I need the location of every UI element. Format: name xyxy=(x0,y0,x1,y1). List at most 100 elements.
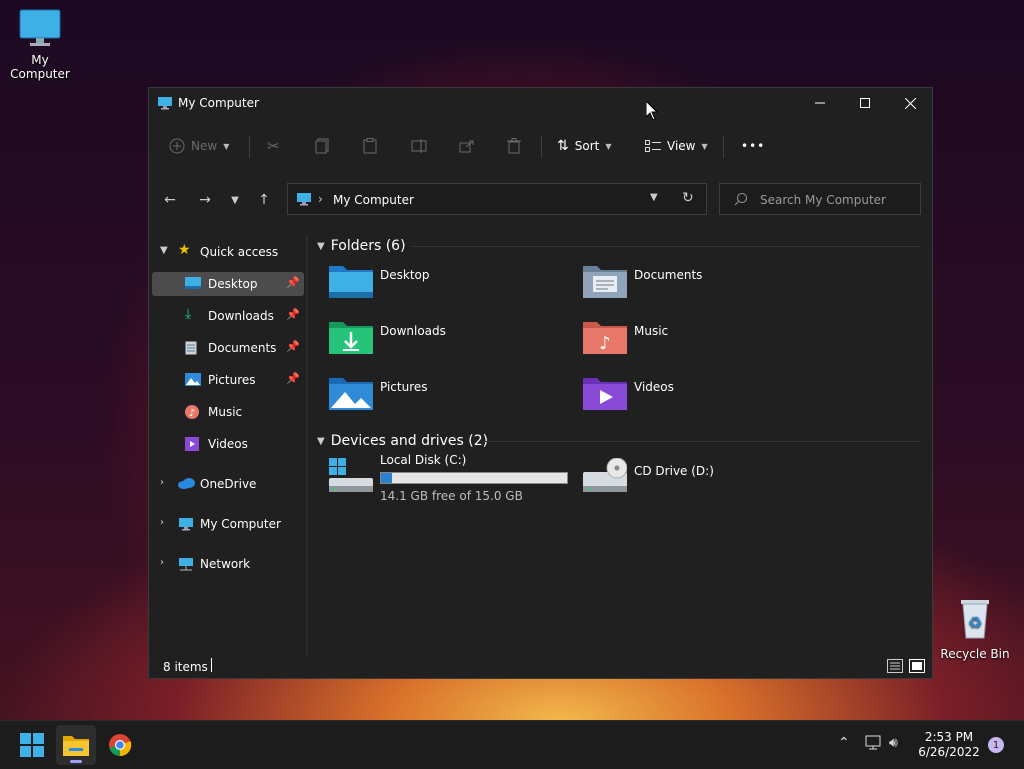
hard-drive-icon xyxy=(329,458,373,492)
search-input[interactable] xyxy=(758,190,918,210)
view-button[interactable]: View ▼ xyxy=(645,126,708,166)
copy-icon xyxy=(315,138,329,154)
toolbar-divider xyxy=(541,136,542,158)
folder-tile-downloads[interactable]: Downloads xyxy=(329,318,569,366)
status-separator xyxy=(211,658,212,672)
copy-button[interactable] xyxy=(315,126,329,166)
drive-tile-local-disk[interactable]: Local Disk (C:) 14.1 GB free of 15.0 GB xyxy=(329,453,569,516)
pane-splitter[interactable] xyxy=(306,236,308,656)
video-icon xyxy=(185,437,199,454)
download-icon: ⤓ xyxy=(185,306,192,322)
chevron-down-icon: ▼ xyxy=(231,194,239,206)
desktop-my-computer-icon[interactable]: My Computer xyxy=(0,8,80,81)
drive-usage-fill xyxy=(381,473,393,483)
sidebar-item-desktop[interactable]: Desktop 📌 xyxy=(152,272,304,296)
rename-icon xyxy=(411,139,427,153)
chevron-right-icon[interactable]: › xyxy=(160,517,164,528)
pin-icon[interactable]: 📌 xyxy=(286,372,300,385)
chevron-right-icon[interactable]: › xyxy=(160,477,164,488)
clipboard-icon xyxy=(363,138,377,154)
item-count: 8 items xyxy=(163,660,208,674)
svg-text:♪: ♪ xyxy=(599,333,611,354)
notification-badge[interactable]: 1 xyxy=(988,737,1004,753)
content-area: ▼ Folders (6) Desktop Documents Download… xyxy=(309,236,929,656)
address-dropdown-icon[interactable]: ▼ xyxy=(650,192,658,203)
cut-button[interactable]: ✂ xyxy=(267,126,280,166)
sidebar-item-network[interactable]: › Network xyxy=(152,552,304,576)
sidebar-item-my-computer[interactable]: › My Computer xyxy=(152,512,304,536)
picture-icon xyxy=(185,373,201,389)
forward-button[interactable]: → xyxy=(192,182,218,218)
section-divider xyxy=(481,441,921,442)
pin-icon[interactable]: 📌 xyxy=(286,308,300,321)
sidebar-item-music[interactable]: ♪ Music xyxy=(152,400,304,424)
folder-tile-videos[interactable]: Videos xyxy=(583,374,823,422)
rename-button[interactable] xyxy=(411,126,427,166)
details-view-button[interactable] xyxy=(887,658,903,674)
new-button[interactable]: New ▼ xyxy=(169,126,229,166)
folder-tile-desktop[interactable]: Desktop xyxy=(329,262,569,310)
sidebar-item-onedrive[interactable]: › OneDrive xyxy=(152,472,304,496)
drive-usage-bar xyxy=(380,472,568,484)
up-button[interactable]: ↑ xyxy=(251,182,277,218)
drive-tile-cd-drive[interactable]: CD Drive (D:) xyxy=(583,458,823,506)
more-icon: ••• xyxy=(741,139,766,153)
trash-icon xyxy=(507,138,521,154)
folders-section-header[interactable]: ▼ Folders (6) xyxy=(317,236,406,256)
videos-folder-icon xyxy=(583,378,627,410)
maximize-button[interactable] xyxy=(842,88,888,118)
new-button-label: New xyxy=(191,139,218,153)
folder-name: Documents xyxy=(634,268,703,282)
sort-button-label: Sort xyxy=(574,139,600,153)
breadcrumb-item[interactable]: My Computer xyxy=(333,193,414,207)
close-button[interactable] xyxy=(887,88,933,118)
taskbar-chrome[interactable] xyxy=(100,725,140,765)
desktop-my-computer-label: My Computer xyxy=(10,53,70,81)
delete-button[interactable] xyxy=(507,126,521,166)
back-button[interactable]: ← xyxy=(157,182,183,218)
large-icons-view-button[interactable] xyxy=(909,658,925,674)
sidebar-item-pictures[interactable]: Pictures 📌 xyxy=(152,368,304,392)
drive-name: Local Disk (C:) xyxy=(380,453,467,467)
drives-section-header[interactable]: ▼ Devices and drives (2) xyxy=(317,431,488,451)
chevron-down-icon[interactable]: ▼ xyxy=(160,245,168,256)
star-icon: ★ xyxy=(178,242,191,258)
pictures-folder-icon xyxy=(329,378,373,410)
share-button[interactable] xyxy=(459,126,475,166)
title-bar[interactable]: My Computer xyxy=(149,88,932,118)
clock-date: 6/26/2022 xyxy=(918,745,980,759)
system-clock[interactable]: 2:53 PM 6/26/2022 xyxy=(912,730,986,760)
chevron-right-icon[interactable]: › xyxy=(160,557,164,568)
taskbar-file-explorer[interactable] xyxy=(56,725,96,765)
folder-tile-music[interactable]: ♪ Music xyxy=(583,318,823,366)
sidebar-item-quick-access[interactable]: ▼ ★ Quick access xyxy=(152,240,304,264)
network-status-icon[interactable] xyxy=(864,735,882,755)
pin-icon[interactable]: 📌 xyxy=(286,276,300,289)
share-icon xyxy=(459,140,474,153)
minimize-button[interactable] xyxy=(797,88,843,118)
sidebar-item-videos[interactable]: Videos xyxy=(152,432,304,456)
arrow-right-icon: → xyxy=(199,192,211,208)
toolbar-divider xyxy=(249,136,250,158)
desktop-recycle-bin-icon[interactable]: ♻ Recycle Bin xyxy=(935,596,1015,661)
paste-button[interactable] xyxy=(363,126,377,166)
sort-button[interactable]: ⇅ Sort ▼ xyxy=(557,126,612,166)
pin-icon[interactable]: 📌 xyxy=(286,340,300,353)
folder-tile-documents[interactable]: Documents xyxy=(583,262,823,310)
start-button[interactable] xyxy=(12,725,52,765)
recent-locations-button[interactable]: ▼ xyxy=(222,182,248,218)
folder-tile-pictures[interactable]: Pictures xyxy=(329,374,569,422)
volume-icon[interactable]: 🔊︎ xyxy=(889,735,898,751)
toolbar-divider xyxy=(723,136,724,158)
sidebar-item-downloads[interactable]: ⤓ Downloads 📌 xyxy=(152,304,304,328)
details-view-icon xyxy=(887,659,903,673)
address-bar[interactable]: › My Computer ▼ ↻ xyxy=(287,183,707,215)
navigation-pane: ▼ ★ Quick access Desktop 📌 ⤓ Downloads 📌… xyxy=(149,236,307,656)
documents-folder-icon xyxy=(583,266,627,298)
show-hidden-icons-button[interactable]: ⌃ xyxy=(838,735,850,751)
search-box[interactable] xyxy=(719,183,921,215)
more-options-button[interactable]: ••• xyxy=(741,126,765,166)
refresh-icon[interactable]: ↻ xyxy=(682,190,694,206)
drives-header-label: Devices and drives (2) xyxy=(330,433,489,449)
sidebar-item-documents[interactable]: Documents 📌 xyxy=(152,336,304,360)
